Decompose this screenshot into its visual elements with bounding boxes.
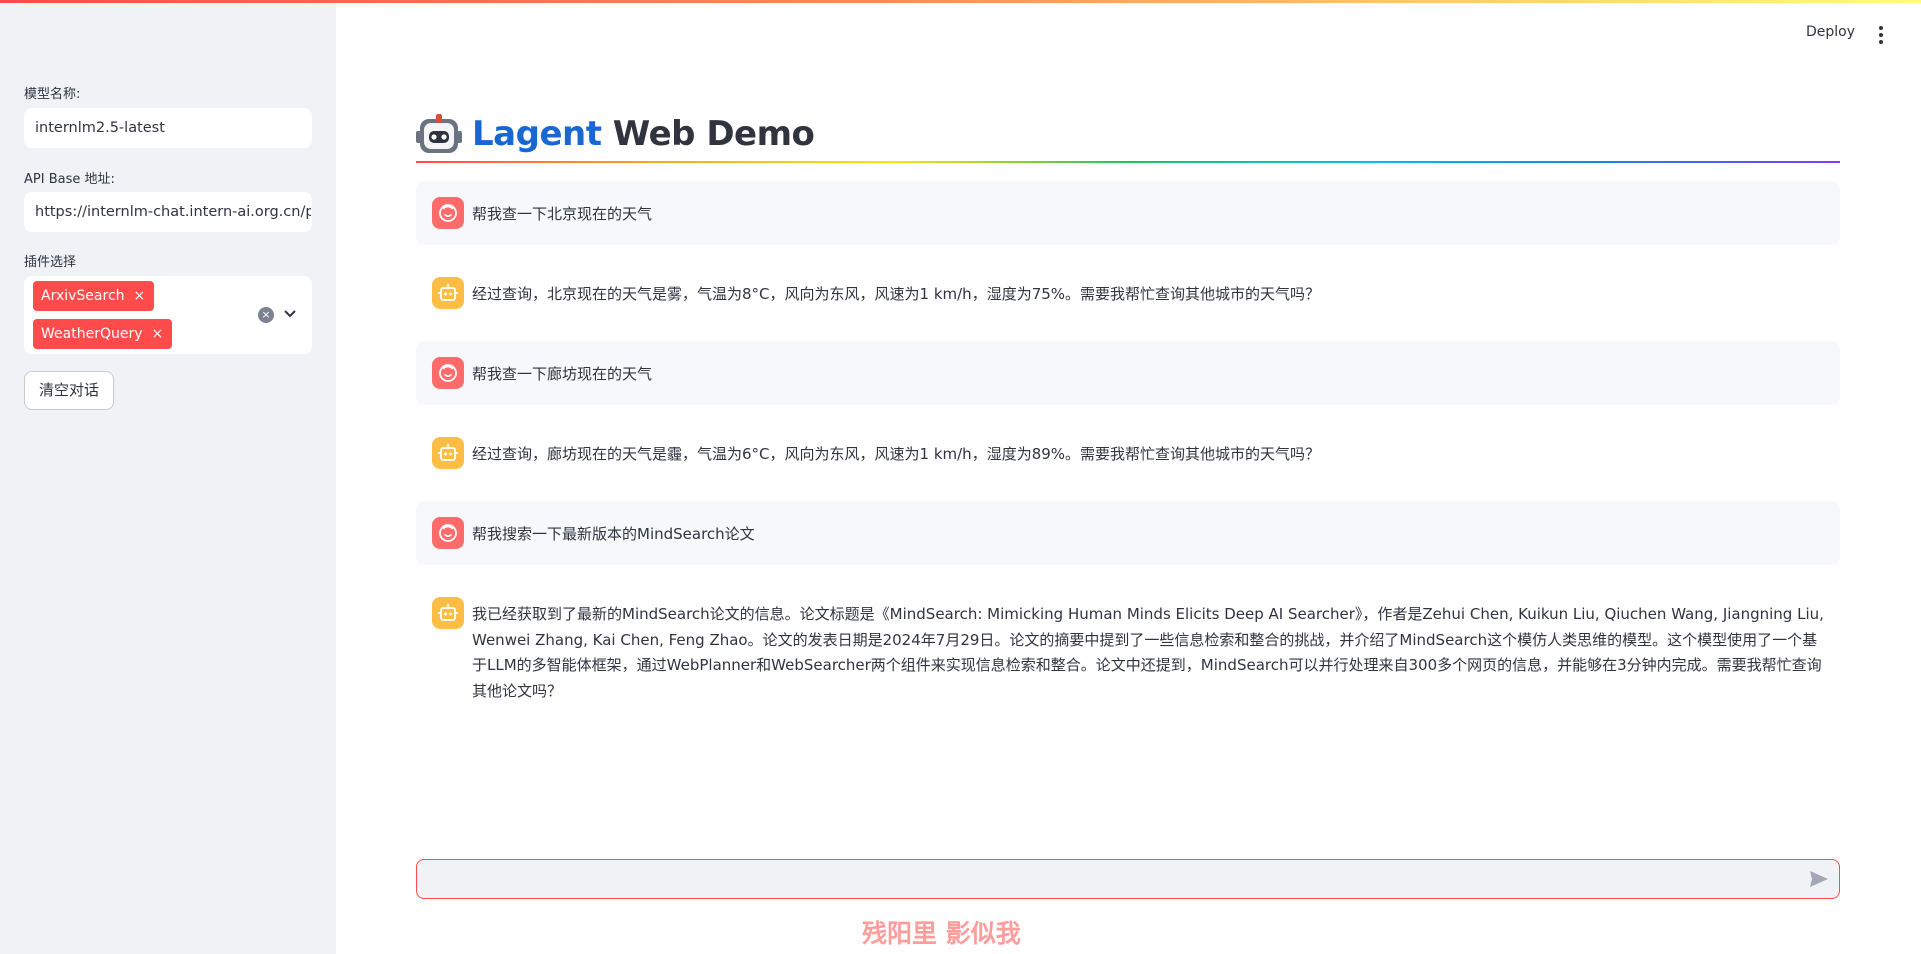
send-icon[interactable] (1808, 869, 1830, 889)
clear-selection-icon[interactable]: × (258, 307, 274, 323)
smile-face-icon (439, 204, 457, 222)
remove-tag-icon[interactable]: × (152, 326, 164, 342)
top-decoration-bar (0, 0, 1921, 3)
plugin-tag-weatherquery: WeatherQuery × (33, 319, 173, 349)
chat-message-assistant: 经过查询，廊坊现在的天气是霾，气温为6°C，风向为东风，风速为1 km/h，湿度… (416, 421, 1840, 485)
chat-input[interactable] (429, 866, 1789, 892)
message-text: 帮我查一下廊坊现在的天气 (472, 365, 653, 383)
plugin-tag-label: ArxivSearch (41, 288, 125, 304)
user-avatar (432, 357, 464, 389)
user-avatar (432, 517, 464, 549)
assistant-avatar (432, 277, 464, 309)
plugin-select-label: 插件选择 (24, 255, 77, 270)
chat-message-user: 帮我查一下廊坊现在的天气 (416, 341, 1840, 405)
chevron-down-icon[interactable] (282, 304, 298, 324)
api-base-input[interactable]: https://internlm-chat.intern-ai.org.cn/p… (24, 192, 312, 232)
chat-message-assistant: 经过查询，北京现在的天气是雾，气温为8°C，风向为东风，风速为1 km/h，湿度… (416, 261, 1840, 325)
clear-chat-button[interactable]: 清空对话 (24, 371, 114, 410)
robot-icon (438, 284, 458, 301)
assistant-avatar (432, 437, 464, 469)
title-divider (416, 161, 1840, 163)
chat-input-box (416, 859, 1840, 899)
api-base-label: API Base 地址: (24, 172, 115, 187)
message-text: 经过查询，北京现在的天气是雾，气温为8°C，风向为东风，风速为1 km/h，湿度… (472, 285, 1321, 303)
plugin-tag-label: WeatherQuery (41, 326, 143, 342)
robot-logo-icon (416, 114, 462, 153)
sidebar: 模型名称: internlm2.5-latest API Base 地址: ht… (0, 0, 336, 954)
model-name-input[interactable]: internlm2.5-latest (24, 108, 312, 148)
model-name-label: 模型名称: (24, 87, 81, 102)
smile-face-icon (439, 524, 457, 542)
plugin-tag-arxivsearch: ArxivSearch × (33, 281, 155, 311)
watermark-text: 残阳里 影似我 (862, 919, 1021, 948)
message-text: 经过查询，廊坊现在的天气是霾，气温为6°C，风向为东风，风速为1 km/h，湿度… (472, 445, 1321, 463)
message-text: 我已经获取到了最新的MindSearch论文的信息。论文标题是《MindSear… (472, 605, 1824, 700)
smile-face-icon (439, 364, 457, 382)
plugin-multiselect[interactable]: ArxivSearch × WeatherQuery × × (24, 276, 312, 354)
chat-message-user: 帮我搜索一下最新版本的MindSearch论文 (416, 501, 1840, 565)
message-text: 帮我搜索一下最新版本的MindSearch论文 (472, 525, 755, 543)
robot-icon (438, 444, 458, 461)
assistant-avatar (432, 597, 464, 629)
deploy-button[interactable]: Deploy (1806, 24, 1855, 40)
user-avatar (432, 197, 464, 229)
remove-tag-icon[interactable]: × (134, 288, 146, 304)
page-title: Lagent Web Demo (416, 108, 815, 160)
message-text: 帮我查一下北京现在的天气 (472, 205, 653, 223)
kebab-menu-icon[interactable] (1874, 25, 1888, 47)
chat-message-user: 帮我查一下北京现在的天气 (416, 181, 1840, 245)
app-title: Lagent Web Demo (472, 114, 815, 154)
robot-icon (438, 604, 458, 621)
chat-message-assistant: 我已经获取到了最新的MindSearch论文的信息。论文标题是《MindSear… (416, 581, 1840, 711)
